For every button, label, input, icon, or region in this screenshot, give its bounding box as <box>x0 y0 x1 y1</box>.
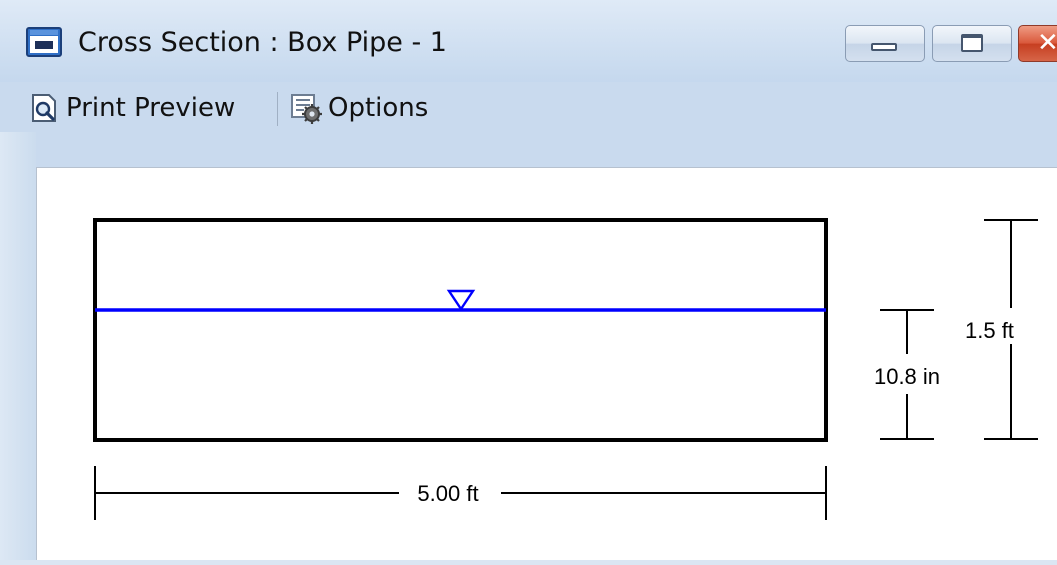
box-conduit-outline <box>93 218 828 442</box>
close-button[interactable]: ✕ <box>1018 25 1057 62</box>
minimize-icon <box>871 43 897 51</box>
depth-dimension-label: 10.8 in <box>874 364 940 389</box>
title-bar[interactable]: Cross Section : Box Pipe - 1 ✕ <box>0 0 1057 82</box>
window-title: Cross Section : Box Pipe - 1 <box>78 27 447 58</box>
restore-icon <box>961 34 983 52</box>
print-preview-button[interactable]: Print Preview <box>28 90 235 126</box>
minimize-button[interactable] <box>845 25 925 62</box>
window-left-edge <box>0 132 36 560</box>
maximize-button[interactable] <box>932 25 1012 62</box>
gear-grid-icon <box>291 94 322 124</box>
cross-section-window-icon <box>26 27 62 57</box>
water-surface-marker-icon <box>446 289 476 312</box>
magnifier-page-icon <box>32 94 56 122</box>
rise-dimension: 1.5 ft <box>965 219 1038 440</box>
options-label: Options <box>328 93 429 123</box>
toolbar-separator <box>277 92 278 126</box>
options-button[interactable]: Options <box>290 90 428 126</box>
print-preview-label: Print Preview <box>66 93 236 123</box>
rise-dimension-label: 1.5 ft <box>965 318 1014 343</box>
width-dimension-label: 5.00 ft <box>417 481 478 506</box>
depth-dimension: 10.8 in <box>874 309 940 440</box>
cross-section-canvas: 5.00 ft 10.8 in 1.5 ft <box>36 167 1057 560</box>
toolbar: Print Preview Options <box>0 82 1057 132</box>
width-dimension: 5.00 ft <box>94 466 827 520</box>
close-icon: ✕ <box>1037 28 1057 58</box>
cross-section-drawing: 5.00 ft 10.8 in 1.5 ft <box>93 218 1038 520</box>
cross-section-window: Cross Section : Box Pipe - 1 ✕ Print Pre… <box>0 0 1057 560</box>
